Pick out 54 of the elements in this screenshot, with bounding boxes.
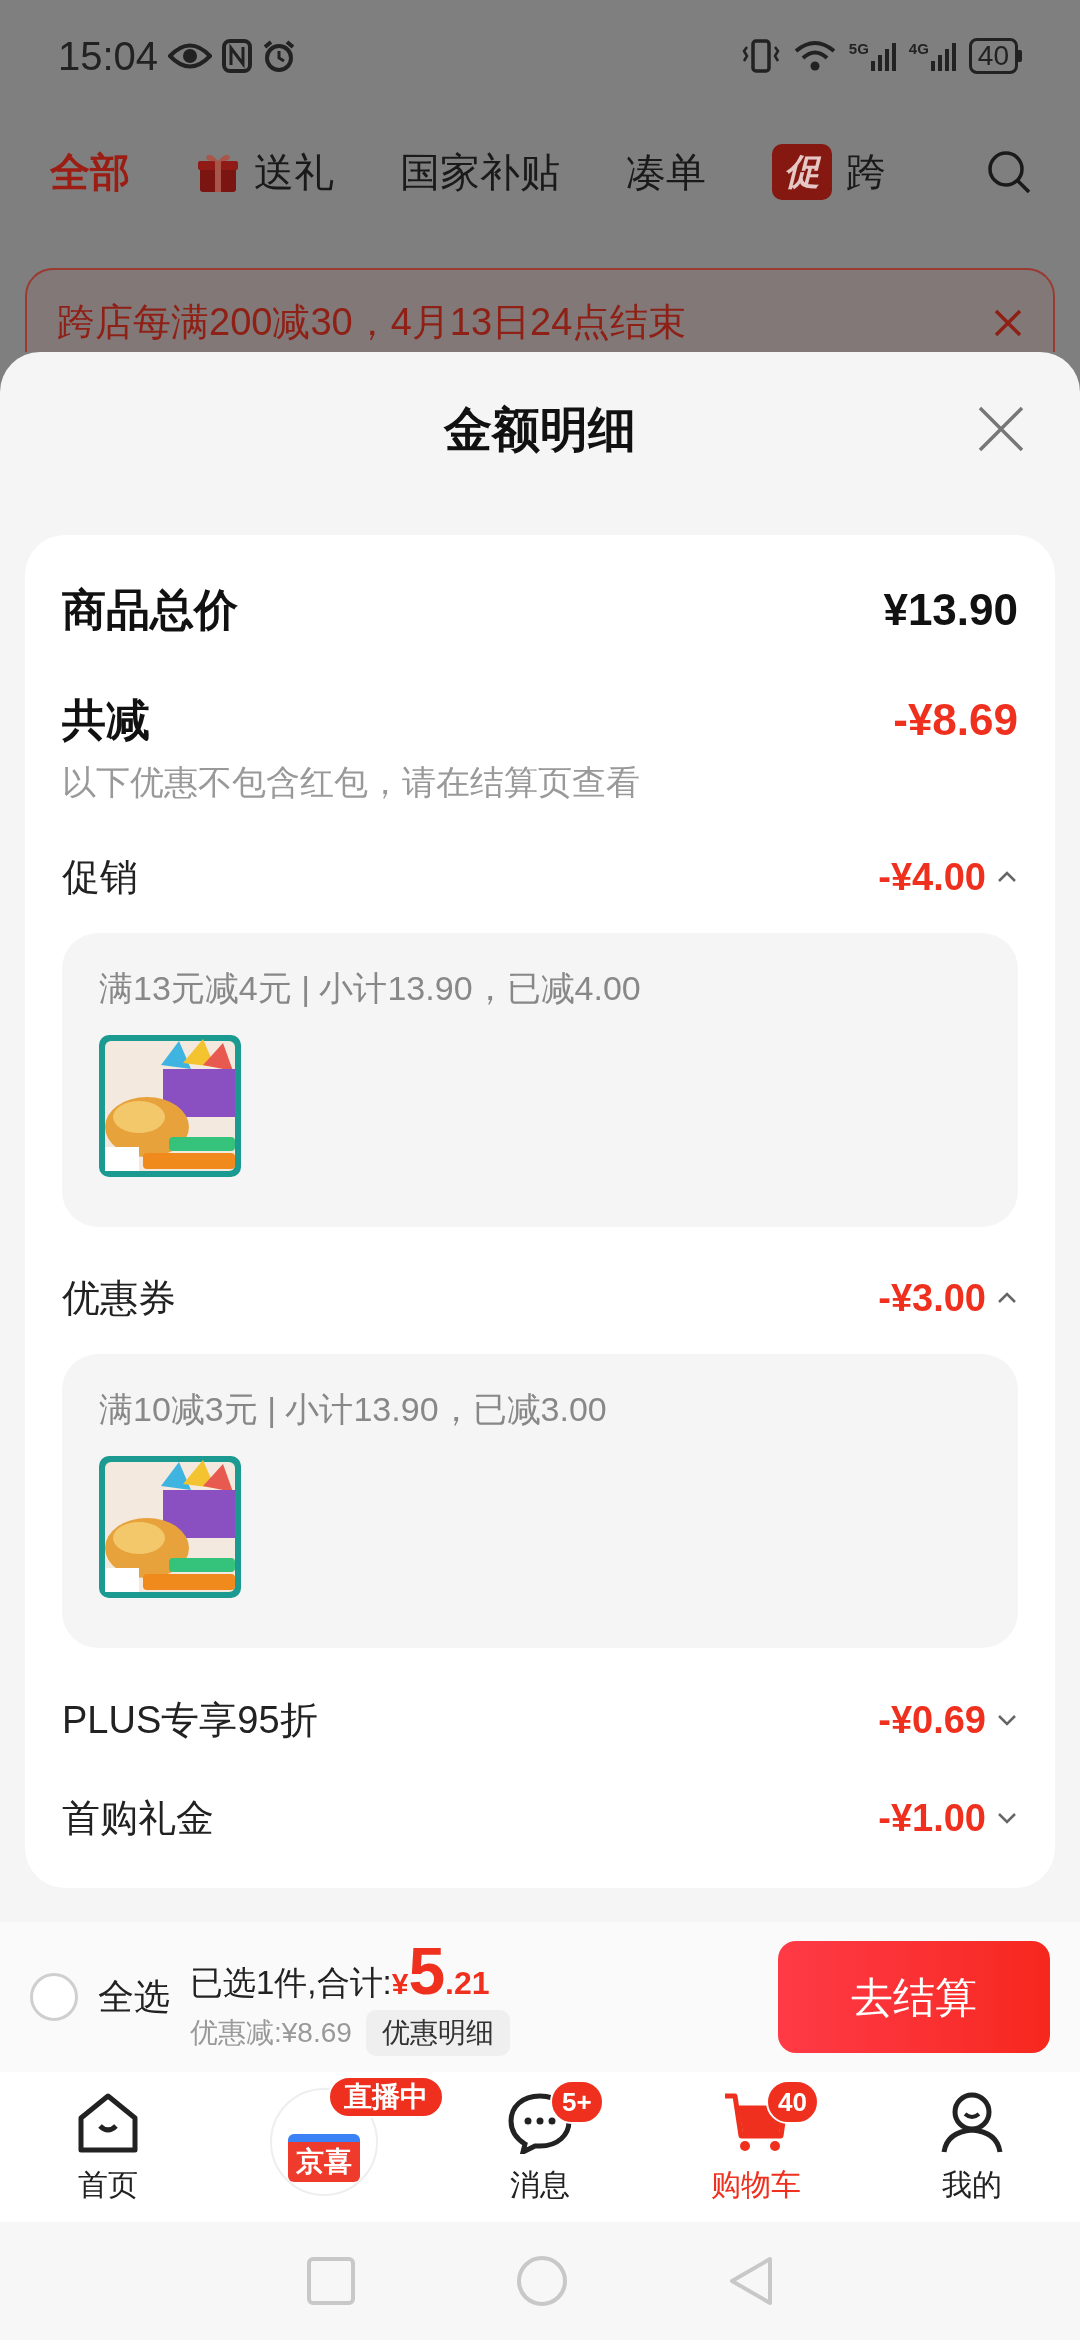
- total-label: 已选1件,合计:: [190, 1963, 392, 2004]
- category-tab[interactable]: 国家补贴: [400, 142, 560, 202]
- nfc-icon: [222, 39, 253, 73]
- amount: -¥4.00: [878, 854, 986, 900]
- signal-icon: [930, 41, 957, 71]
- vibrate-icon: [740, 39, 781, 73]
- chevron-up-icon[interactable]: [996, 870, 1018, 884]
- discount-summary: 优惠减:¥8.69: [190, 2015, 352, 2050]
- network-type-label: 4G: [908, 41, 929, 56]
- category-tab[interactable]: 促 跨: [772, 142, 886, 202]
- promo-detail-text: 满10减3元 | 小计13.90，已减3.00: [99, 1389, 608, 1430]
- live-badge: 直播中: [328, 2076, 444, 2118]
- close-icon[interactable]: [993, 308, 1023, 338]
- alarm-icon: [262, 39, 297, 73]
- search-icon[interactable]: [986, 149, 1032, 195]
- logo-text: 京喜: [288, 2134, 360, 2182]
- amount: -¥3.00: [878, 1275, 986, 1321]
- clock: 15:04: [58, 33, 159, 80]
- wifi-icon: [792, 39, 837, 73]
- signal-icon: [870, 41, 897, 71]
- total-amount: ¥5.21: [391, 1938, 490, 2008]
- row-label: 优惠券: [62, 1275, 176, 1321]
- amount: ¥13.90: [883, 584, 1018, 636]
- count-badge: 40: [766, 2080, 819, 2124]
- chevron-down-icon[interactable]: [996, 1811, 1018, 1825]
- amount: -¥0.69: [878, 1697, 986, 1743]
- close-icon[interactable]: [976, 404, 1026, 454]
- chevron-down-icon[interactable]: [996, 1713, 1018, 1727]
- nav-item[interactable]: 首页: [0, 2072, 216, 2222]
- row-label: 共减: [62, 694, 150, 746]
- discount-detail-button[interactable]: 优惠明细: [365, 2009, 510, 2056]
- nav-item[interactable]: 我的: [864, 2072, 1080, 2222]
- category-tab[interactable]: 送礼: [196, 142, 334, 202]
- amount: -¥1.00: [878, 1795, 986, 1841]
- note-text: 以下优惠不包含红包，请在结算页查看: [62, 762, 641, 803]
- battery-level: 40: [968, 38, 1018, 74]
- promo-badge: 促: [772, 144, 832, 200]
- row-label: 首购礼金: [62, 1795, 214, 1841]
- row-label: 商品总价: [62, 584, 238, 636]
- banner-text: 跨店每满200减30，4月13日24点结束: [57, 300, 687, 345]
- chevron-up-icon[interactable]: [996, 1291, 1018, 1305]
- row-label: 促销: [62, 854, 138, 900]
- sheet-title: 金额明细: [444, 402, 636, 458]
- category-tab[interactable]: 凑单: [626, 142, 706, 202]
- person-icon: [939, 2092, 1005, 2154]
- count-badge: 5+: [550, 2080, 604, 2124]
- eye-icon: [168, 41, 213, 71]
- select-all-checkbox[interactable]: 全选: [30, 1970, 170, 2024]
- checkout-button[interactable]: 去结算: [778, 1941, 1050, 2053]
- battery-tip: [1018, 50, 1022, 62]
- network-type-label: 5G: [848, 41, 869, 56]
- amount: -¥8.69: [893, 694, 1018, 746]
- promo-detail-text: 满13元减4元 | 小计13.90，已减4.00: [99, 968, 642, 1009]
- row-label: PLUS专享95折: [62, 1697, 318, 1743]
